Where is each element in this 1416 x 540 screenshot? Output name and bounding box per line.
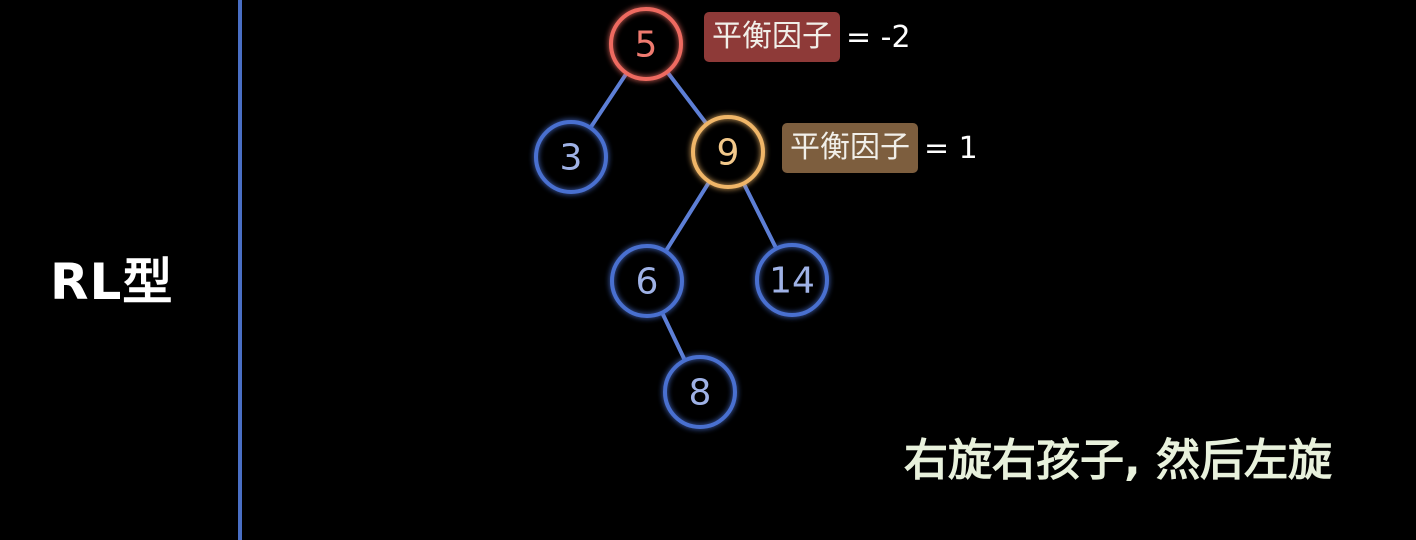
- balance-factor-value: = -2: [846, 19, 911, 55]
- tree-node-8: 8: [663, 355, 737, 429]
- tree-node-6: 6: [610, 244, 684, 318]
- tree-node-label: 3: [560, 138, 583, 179]
- tree-node-5: 5: [609, 7, 683, 81]
- tree-node-label: 14: [769, 261, 815, 302]
- tree-nodes: 5 3 9 6 14 8: [534, 7, 829, 429]
- tree-edge-n9-n6: [664, 181, 711, 252]
- tree-edge-n5-n3: [589, 72, 628, 129]
- balance-factor-root: 平衡因子 = -2: [704, 12, 911, 62]
- tree-node-9: 9: [691, 115, 765, 189]
- tree-node-3: 3: [534, 120, 608, 194]
- balance-factor-value: = 1: [924, 130, 978, 166]
- tree-node-label: 5: [635, 25, 658, 66]
- tree-node-14: 14: [755, 243, 829, 317]
- balance-factor-tag: 平衡因子: [782, 123, 918, 173]
- tree-node-label: 9: [717, 133, 740, 174]
- tree-node-label: 6: [636, 262, 659, 303]
- tree-edge-n6-n8: [660, 312, 687, 361]
- tree-edge-n5-n9: [666, 71, 708, 125]
- rotation-caption: 右旋右孩子, 然后左旋: [904, 435, 1333, 486]
- balance-factor-right-child: 平衡因子 = 1: [782, 123, 978, 173]
- tree-edge-n9-n14: [742, 183, 778, 249]
- tree-node-label: 8: [689, 373, 712, 414]
- balance-factor-tag: 平衡因子: [704, 12, 840, 62]
- tree-edges: [589, 71, 778, 361]
